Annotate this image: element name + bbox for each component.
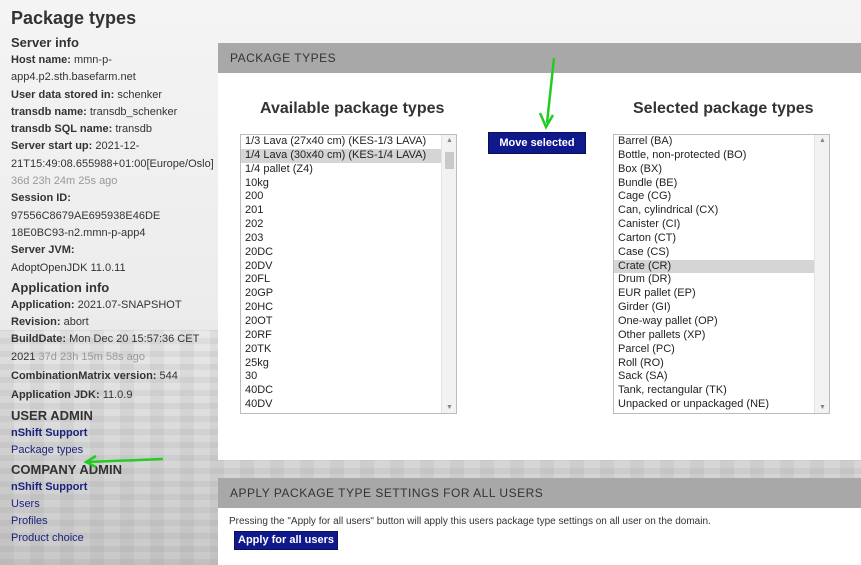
user-admin-heading: USER ADMIN: [11, 407, 93, 423]
package-types-header: PACKAGE TYPES: [218, 43, 861, 73]
application-info-heading: Application info: [11, 279, 110, 295]
list-item[interactable]: Can, cylindrical (CX): [614, 204, 829, 218]
list-item[interactable]: Roll (RO): [614, 357, 829, 371]
list-item[interactable]: Cage (CG): [614, 190, 829, 204]
list-item[interactable]: 201: [241, 204, 456, 218]
scroll-thumb[interactable]: [445, 152, 454, 169]
product-choice-link[interactable]: Product choice: [11, 530, 218, 547]
list-item[interactable]: Sack (SA): [614, 370, 829, 384]
apply-for-all-users-button[interactable]: Apply for all users: [234, 531, 338, 550]
list-item[interactable]: 200: [241, 190, 456, 204]
list-item[interactable]: Girder (GI): [614, 301, 829, 315]
list-item[interactable]: 1/3 Lava (27x40 cm) (KES-1/3 LAVA): [241, 135, 456, 149]
list-item[interactable]: Unpacked or unpackaged (NE): [614, 398, 829, 412]
list-item[interactable]: Crate (CR): [614, 259, 829, 274]
available-title: Available package types: [260, 100, 445, 117]
apply-settings-header: APPLY PACKAGE TYPE SETTINGS FOR ALL USER…: [218, 478, 861, 508]
list-item[interactable]: Drum (DR): [614, 273, 829, 287]
list-item[interactable]: 20TK: [241, 343, 456, 357]
selected-scrollbar[interactable]: ▲ ▼: [814, 135, 829, 413]
list-item[interactable]: 20OT: [241, 315, 456, 329]
uptime: 36d 23h 24m 25s ago: [11, 175, 118, 188]
list-item[interactable]: 20DV: [241, 260, 456, 274]
users-link[interactable]: Users: [11, 496, 218, 513]
scroll-up-icon[interactable]: ▲: [815, 137, 829, 144]
list-item[interactable]: Barrel (BA): [614, 135, 829, 149]
list-item[interactable]: 30: [241, 370, 456, 384]
list-item[interactable]: Bundle (BE): [614, 177, 829, 191]
list-item[interactable]: 20GP: [241, 287, 456, 301]
company-admin-nshift-support-link[interactable]: nShift Support: [11, 479, 218, 496]
list-item[interactable]: 40DV: [241, 398, 456, 412]
sidebar: Package types Server info Host name: mmn…: [0, 0, 218, 565]
list-item[interactable]: One-way pallet (OP): [614, 315, 829, 329]
list-item[interactable]: Parcel (PC): [614, 343, 829, 357]
application-info: Application: 2021.07-SNAPSHOT Revision: …: [11, 298, 200, 402]
scroll-down-icon[interactable]: ▼: [442, 404, 456, 411]
apply-description: Pressing the "Apply for all users" butto…: [229, 516, 711, 527]
list-item[interactable]: 20DC: [241, 246, 456, 260]
available-options: 1/3 Lava (27x40 cm) (KES-1/3 LAVA) 1/4 La…: [241, 135, 456, 412]
profiles-link[interactable]: Profiles: [11, 513, 218, 530]
apply-settings-panel: APPLY PACKAGE TYPE SETTINGS FOR ALL USER…: [218, 478, 861, 565]
list-item[interactable]: 40DC: [241, 384, 456, 398]
list-item[interactable]: 1/4 pallet (Z4): [241, 163, 456, 177]
scroll-up-icon[interactable]: ▲: [442, 137, 456, 144]
selected-title: Selected package types: [633, 100, 814, 117]
package-types-link[interactable]: Package types: [11, 442, 218, 459]
list-item[interactable]: 203: [241, 232, 456, 246]
company-admin-heading: COMPANY ADMIN: [11, 461, 122, 477]
list-item[interactable]: Case (CS): [614, 246, 829, 260]
list-item[interactable]: Other pallets (XP): [614, 329, 829, 343]
server-info-heading: Server info: [11, 35, 79, 50]
list-item[interactable]: Carton (CT): [614, 232, 829, 246]
package-types-panel: PACKAGE TYPES Available package types Se…: [218, 43, 861, 460]
list-item[interactable]: 1/4 Lava (30x40 cm) (KES-1/4 LAVA): [241, 148, 456, 163]
list-item[interactable]: Box (BX): [614, 163, 829, 177]
list-item[interactable]: 25kg: [241, 357, 456, 371]
list-item[interactable]: Bottle, non-protected (BO): [614, 149, 829, 163]
list-item[interactable]: 20RF: [241, 329, 456, 343]
selected-options: Barrel (BA) Bottle, non-protected (BO) Box…: [614, 135, 829, 412]
list-item[interactable]: 202: [241, 218, 456, 232]
server-info: Host name: mmn-p- app4.p2.sth.basefarm.n…: [11, 52, 218, 277]
list-item[interactable]: EUR pallet (EP): [614, 287, 829, 301]
page-title: Package types: [11, 8, 137, 28]
list-item[interactable]: 20HC: [241, 301, 456, 315]
list-item[interactable]: 20FL: [241, 273, 456, 287]
list-item[interactable]: Canister (CI): [614, 218, 829, 232]
list-item[interactable]: Tank, rectangular (TK): [614, 384, 829, 398]
user-admin-nshift-support-link[interactable]: nShift Support: [11, 425, 218, 442]
selected-package-list[interactable]: Barrel (BA) Bottle, non-protected (BO) Box…: [613, 134, 830, 414]
scroll-down-icon[interactable]: ▼: [815, 404, 829, 411]
available-scrollbar[interactable]: ▲ ▼: [441, 135, 456, 413]
list-item[interactable]: 10kg: [241, 177, 456, 191]
available-package-list[interactable]: 1/3 Lava (27x40 cm) (KES-1/3 LAVA) 1/4 La…: [240, 134, 457, 414]
move-selected-button[interactable]: Move selected: [488, 132, 586, 154]
